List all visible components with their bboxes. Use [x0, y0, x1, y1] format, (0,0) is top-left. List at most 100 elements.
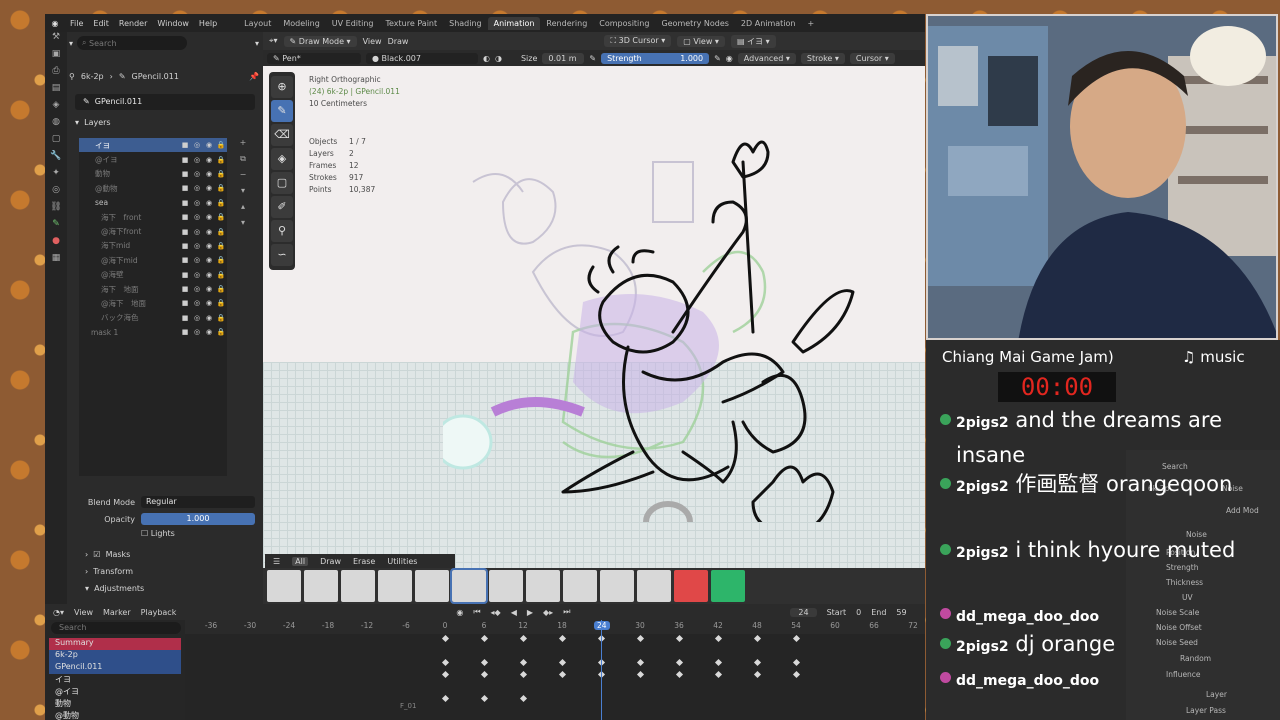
lock-icon[interactable]: 🔒 — [215, 328, 227, 336]
mask-icon[interactable]: ■ — [179, 285, 191, 293]
eye-icon[interactable]: ◉ — [203, 199, 215, 207]
transform-section[interactable]: › Transform — [85, 567, 133, 576]
lock-icon[interactable]: 🔒 — [215, 271, 227, 279]
onion-icon[interactable]: ◎ — [191, 328, 203, 336]
brush-thumb[interactable] — [637, 570, 671, 602]
tab-compositing[interactable]: Compositing — [593, 17, 655, 30]
lock-icon[interactable]: 🔒 — [215, 228, 227, 236]
chevron-down-icon[interactable]: ▾ — [255, 39, 259, 48]
mask-icon[interactable]: ■ — [179, 141, 191, 149]
brush-thumb[interactable] — [415, 570, 449, 602]
output-tab-icon[interactable]: ⎙ — [45, 66, 67, 83]
data-tab-icon[interactable]: ✎ — [45, 219, 67, 236]
end-field[interactable]: 59 — [896, 608, 906, 617]
brush-thumb[interactable] — [526, 570, 560, 602]
keyframe[interactable] — [519, 658, 528, 667]
lock-icon[interactable]: 🔒 — [215, 213, 227, 221]
lock-icon[interactable]: 🔒 — [215, 299, 227, 307]
mask-icon[interactable]: ■ — [179, 228, 191, 236]
pin-icon[interactable]: 📌 — [249, 72, 259, 81]
channel-search[interactable]: Search — [51, 622, 181, 634]
play-reverse-icon[interactable]: ◀ — [511, 608, 517, 617]
brush-thumb[interactable] — [600, 570, 634, 602]
editor-type-icon[interactable]: ◔▾ — [53, 608, 64, 617]
eye-icon[interactable]: ◉ — [203, 184, 215, 192]
onion-icon[interactable]: ◎ — [191, 170, 203, 178]
onion-icon[interactable]: ◎ — [191, 299, 203, 307]
tab-erase-brushes[interactable]: Erase — [353, 557, 375, 566]
eye-icon[interactable]: ◉ — [203, 141, 215, 149]
keyframe[interactable] — [558, 634, 567, 643]
keyframe[interactable] — [753, 670, 762, 679]
keyframe[interactable] — [558, 670, 567, 679]
brush-thumb[interactable] — [711, 570, 745, 602]
keyframe[interactable] — [480, 634, 489, 643]
keyframe[interactable] — [714, 634, 723, 643]
mask-icon[interactable]: ■ — [179, 156, 191, 164]
layer-row[interactable]: @海下mid ■ ◎ ◉ 🔒 — [79, 253, 227, 267]
keyframe[interactable] — [441, 694, 450, 703]
scene-tab-icon[interactable]: ◈ — [45, 100, 67, 117]
eye-icon[interactable]: ◉ — [203, 314, 215, 322]
brush-thumb[interactable] — [489, 570, 523, 602]
mask-icon[interactable]: ■ — [179, 256, 191, 264]
mask-icon[interactable]: ■ — [179, 184, 191, 192]
jump-start-icon[interactable]: ⏮ — [473, 607, 480, 617]
layer-row[interactable]: バック海色 ■ ◎ ◉ 🔒 — [79, 311, 227, 325]
masks-checkbox[interactable]: ☑ — [93, 550, 103, 559]
play-icon[interactable]: ▶ — [527, 608, 533, 617]
eye-icon[interactable]: ◉ — [203, 328, 215, 336]
object-name-field[interactable]: ✎ GPencil.011 — [75, 94, 255, 110]
keyframe[interactable] — [441, 634, 450, 643]
keyframe[interactable] — [792, 634, 801, 643]
keyframe[interactable] — [714, 670, 723, 679]
keyframe[interactable] — [675, 658, 684, 667]
cursor-menu[interactable]: Cursor ▾ — [849, 52, 895, 64]
pressure-strength-icon[interactable]: ✎ — [714, 54, 721, 63]
eyedropper-tool-icon[interactable]: ⚲ — [271, 220, 293, 242]
tab-2d-animation[interactable]: 2D Animation — [735, 17, 802, 30]
tab-uv-editing[interactable]: UV Editing — [326, 17, 380, 30]
mask-icon[interactable]: ■ — [179, 242, 191, 250]
lock-icon[interactable]: 🔒 — [215, 256, 227, 264]
mode-select[interactable]: ✎ Draw Mode ▾ — [283, 35, 357, 47]
adjustments-section[interactable]: ▾ Adjustments — [85, 584, 144, 593]
tl-marker-menu[interactable]: Marker — [103, 608, 131, 617]
tab-layout[interactable]: Layout — [238, 17, 277, 30]
onion-icon[interactable]: ◎ — [191, 156, 203, 164]
layer-row[interactable]: @イヨ ■ ◎ ◉ 🔒 — [79, 152, 227, 166]
layer-row[interactable]: 海下 地面 ■ ◎ ◉ 🔒 — [79, 282, 227, 296]
keyframe[interactable] — [753, 634, 762, 643]
tab-geometry-nodes[interactable]: Geometry Nodes — [655, 17, 734, 30]
layer-row[interactable]: @海下front ■ ◎ ◉ 🔒 — [79, 224, 227, 238]
menu-edit[interactable]: Edit — [88, 19, 114, 28]
keyframe[interactable] — [480, 694, 489, 703]
lights-checkbox[interactable]: ☐ — [141, 529, 151, 538]
brush-thumb[interactable] — [304, 570, 338, 602]
layer-row[interactable]: sea ■ ◎ ◉ 🔒 — [79, 196, 227, 210]
material-select[interactable]: ● Black.007 — [366, 52, 478, 64]
move-down-icon[interactable]: ▾ — [235, 218, 251, 234]
layer-row[interactable]: @海下 地面 ■ ◎ ◉ 🔒 — [79, 296, 227, 310]
3d-viewport[interactable]: ⌖▾ ✎ Draw Mode ▾ View Draw ⛶ 3D Cursor ▾… — [263, 32, 925, 604]
eye-icon[interactable]: ◉ — [203, 170, 215, 178]
layer-row[interactable]: 海下 front ■ ◎ ◉ 🔒 — [79, 210, 227, 224]
layer-row[interactable]: 海下mid ■ ◎ ◉ 🔒 — [79, 239, 227, 253]
onion-icon[interactable]: ◎ — [191, 184, 203, 192]
mask-icon[interactable]: ■ — [179, 271, 191, 279]
draw-menu[interactable]: Draw — [388, 37, 409, 46]
shelf-menu-icon[interactable]: ☰ — [273, 557, 280, 566]
menu-help[interactable]: Help — [194, 19, 222, 28]
frame-ruler[interactable]: -36 -30 -24 -18 -12 -6 0 6 12 18 24 30 36 42 48 54 60 66 7… — [185, 620, 925, 634]
lock-icon[interactable]: 🔒 — [215, 199, 227, 207]
eye-icon[interactable]: ◉ — [203, 213, 215, 221]
onion-icon[interactable]: ◎ — [191, 213, 203, 221]
box-tool-icon[interactable]: ▢ — [271, 172, 293, 194]
onion-icon[interactable]: ◎ — [191, 228, 203, 236]
layer-row[interactable]: @海壁 ■ ◎ ◉ 🔒 — [79, 268, 227, 282]
mask-icon[interactable]: ■ — [179, 328, 191, 336]
tl-view-menu[interactable]: View — [74, 608, 93, 617]
tab-shading[interactable]: Shading — [443, 17, 488, 30]
lock-icon[interactable]: 🔒 — [215, 156, 227, 164]
lock-icon[interactable]: 🔒 — [215, 170, 227, 178]
